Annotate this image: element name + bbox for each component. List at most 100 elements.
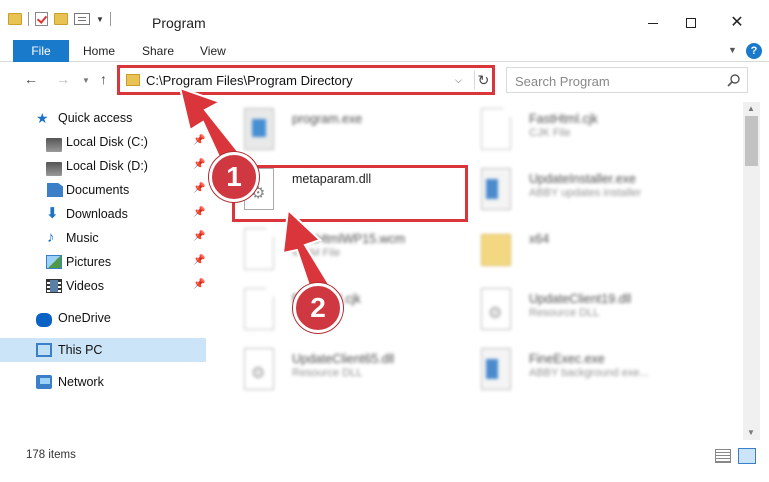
sidebar-item-local-disk-c[interactable]: Local Disk (C:) 📌 [0, 130, 206, 154]
recent-locations-dropdown-icon[interactable]: ▼ [82, 76, 90, 85]
large-icons-view-icon[interactable] [738, 448, 756, 464]
minimize-icon [648, 22, 658, 24]
file-item[interactable]: FineExec.exe ABBY background exe... [457, 344, 692, 402]
vertical-scrollbar[interactable]: ▲ ▼ [743, 102, 760, 440]
refresh-icon[interactable]: ↻ [474, 71, 492, 89]
sidebar-item-documents[interactable]: Documents 📌 [0, 178, 206, 202]
toolbar-separator [28, 12, 29, 26]
file-item[interactable]: UpdateInstaller.exe ABBY updates install… [457, 164, 692, 222]
pin-icon[interactable]: 📌 [193, 159, 205, 170]
sidebar-item-quick-access[interactable]: ★ Quick access [0, 106, 206, 130]
sidebar-item-label: Local Disk (D:) [66, 159, 148, 173]
quick-access-toolbar: ▼ [8, 12, 111, 26]
sidebar-item-label: Music [66, 231, 99, 245]
star-icon: ★ [36, 110, 49, 126]
folder-icon [8, 13, 22, 25]
network-icon [36, 375, 52, 389]
file-item[interactable]: FastHtml.cjk CJK File [457, 104, 692, 162]
navigation-pane: ★ Quick access Local Disk (C:) 📌 Local D… [0, 102, 208, 440]
sidebar-item-label: This PC [58, 343, 103, 357]
sidebar-item-label: Documents [66, 183, 130, 197]
pin-icon[interactable]: 📌 [193, 255, 205, 266]
sidebar-item-network[interactable]: Network [0, 370, 206, 394]
folder-icon [126, 74, 140, 86]
file-item[interactable]: program.exe [220, 104, 455, 162]
forward-arrow-icon[interactable]: → [56, 71, 70, 87]
sidebar-item-label: Pictures [66, 255, 112, 269]
properties-check-icon[interactable] [35, 12, 48, 26]
downloads-icon: ⬇ [46, 205, 59, 222]
pc-icon [36, 343, 52, 357]
file-name: UpdateInstaller.exe [529, 172, 637, 186]
file-name: FastHtml.cjk [529, 112, 598, 126]
file-type: WCM File [292, 247, 341, 259]
help-icon[interactable]: ? [746, 43, 762, 59]
close-icon: ✕ [730, 14, 744, 31]
file-name: program.exe [292, 112, 363, 126]
maximize-button[interactable] [668, 8, 714, 38]
pin-icon[interactable]: 📌 [193, 207, 205, 218]
step-badge-2: 2 [293, 283, 343, 333]
pin-icon[interactable]: 📌 [193, 135, 205, 146]
details-view-icon[interactable] [715, 449, 731, 463]
pin-icon[interactable]: 📌 [193, 183, 205, 194]
sidebar-item-label: Downloads [66, 207, 128, 221]
tab-home[interactable]: Home [83, 40, 115, 62]
videos-icon [46, 279, 62, 293]
file-item[interactable]: UpdateClient65.dll Resource DLL [220, 344, 455, 402]
scroll-up-icon[interactable]: ▲ [747, 104, 755, 113]
file-type: ABBY background exe... [529, 367, 649, 379]
sidebar-item-local-disk-d[interactable]: Local Disk (D:) 📌 [0, 154, 206, 178]
file-name: UpdateClient65.dll [292, 352, 395, 366]
dll-icon [481, 288, 511, 330]
disk-icon [46, 138, 62, 152]
item-count: 178 items [26, 449, 76, 461]
file-name: FastHtmlWP15.wcm [292, 232, 406, 246]
sidebar-item-downloads[interactable]: ⬇ Downloads 📌 [0, 202, 206, 226]
sidebar-item-onedrive[interactable]: OneDrive [0, 306, 206, 330]
file-type: Resource DLL [292, 367, 363, 379]
tab-view[interactable]: View [200, 40, 226, 62]
step-badge-1: 1 [209, 152, 259, 202]
file-name: UpdateClient19.dll [529, 292, 632, 306]
pin-icon[interactable]: 📌 [193, 279, 205, 290]
search-input[interactable]: Search Program [515, 74, 610, 89]
status-bar: 178 items [0, 442, 769, 482]
sidebar-item-music[interactable]: ♪ Music 📌 [0, 226, 206, 250]
file-item[interactable]: x64 [457, 224, 692, 282]
close-button[interactable]: ✕ [714, 8, 760, 38]
new-folder-icon[interactable] [54, 13, 68, 25]
cloud-icon [36, 313, 52, 327]
expand-ribbon-icon[interactable]: ▼ [728, 45, 737, 55]
scrollbar-thumb[interactable] [745, 116, 758, 166]
exe-icon [244, 108, 274, 150]
back-arrow-icon[interactable]: ← [24, 71, 38, 87]
window-title: Program [152, 15, 206, 31]
search-box[interactable]: Search Program [506, 67, 748, 93]
sidebar-item-pictures[interactable]: Pictures 📌 [0, 250, 206, 274]
customize-toolbar-dropdown-icon[interactable]: ▼ [96, 15, 104, 24]
pin-icon[interactable]: 📌 [193, 231, 205, 242]
sidebar-item-this-pc[interactable]: This PC [0, 338, 206, 362]
scroll-down-icon[interactable]: ▼ [747, 428, 755, 437]
address-bar[interactable]: C:\Program Files\Program Directory ⌵ ↻ [119, 67, 493, 93]
file-type: CJK File [529, 127, 571, 139]
properties-icon[interactable] [74, 13, 90, 25]
file-type: Resource DLL [529, 307, 600, 319]
title-bar: ▼ Program ✕ [0, 0, 769, 40]
tab-file[interactable]: File [13, 40, 69, 62]
sidebar-item-videos[interactable]: Videos 📌 [0, 274, 206, 298]
maximize-icon [686, 18, 696, 28]
sidebar-item-label: Videos [66, 279, 104, 293]
page-icon [481, 108, 511, 150]
up-arrow-icon[interactable]: ↑ [100, 71, 107, 87]
file-item[interactable]: UpdateClient19.dll Resource DLL [457, 284, 692, 342]
installer-icon [481, 168, 511, 210]
file-item[interactable]: FastHtmlWP15.wcm WCM File [220, 224, 455, 282]
pictures-icon [46, 255, 62, 269]
sidebar-item-label: Local Disk (C:) [66, 135, 148, 149]
address-path[interactable]: C:\Program Files\Program Directory [146, 73, 353, 88]
tab-share[interactable]: Share [142, 40, 174, 62]
address-dropdown-icon[interactable]: ⌵ [455, 75, 462, 86]
sidebar-item-label: OneDrive [58, 311, 111, 325]
